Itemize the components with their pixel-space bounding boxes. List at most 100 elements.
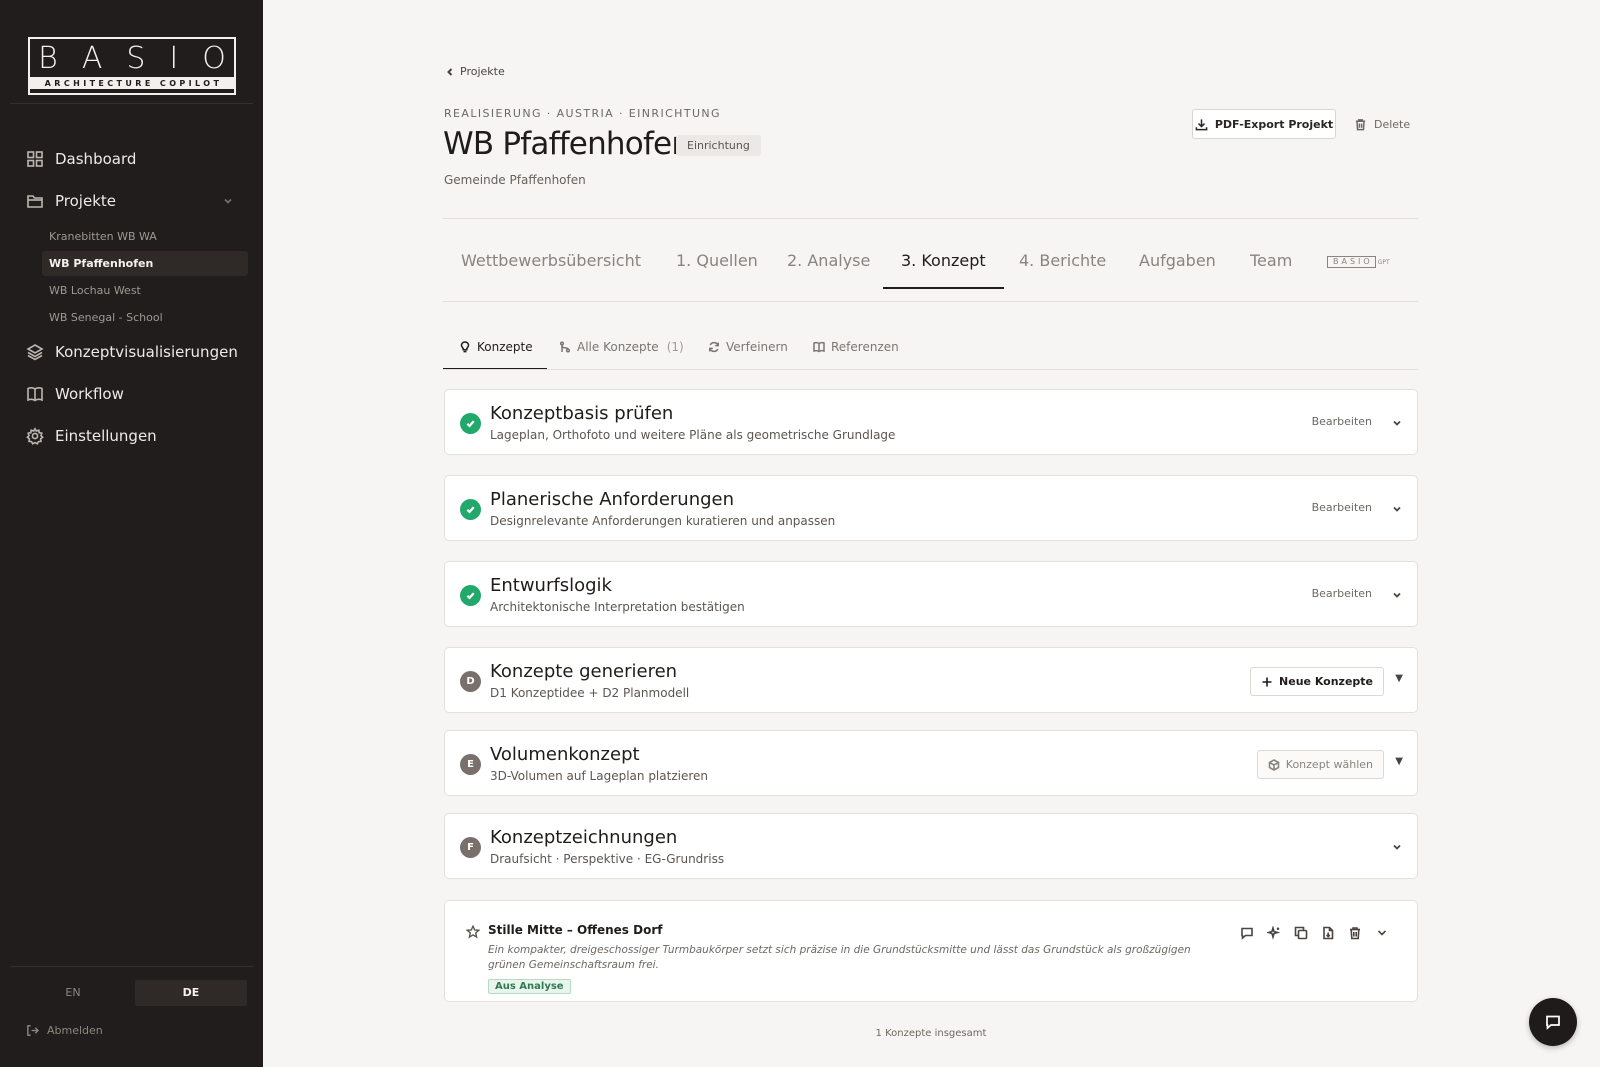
chevron-down-icon[interactable] bbox=[1392, 418, 1402, 428]
tab-aufgaben[interactable]: Aufgaben bbox=[1139, 248, 1216, 289]
merge-icon bbox=[559, 341, 571, 353]
tab-basio-gpt[interactable]: BASIO GPT bbox=[1327, 256, 1390, 268]
subtab-alle-konzepte[interactable]: Alle Konzepte (1) bbox=[559, 330, 684, 370]
sidebar: BASIO ARCHITECTURE COPILOT Dashboard Pro… bbox=[0, 0, 263, 1067]
subtab-verfeinern[interactable]: Verfeinern bbox=[708, 330, 788, 370]
step-title: Konzepte generieren bbox=[490, 661, 678, 682]
step-desc: Architektonische Interpretation bestätig… bbox=[490, 600, 745, 614]
book-open-icon bbox=[813, 341, 825, 353]
copy-icon[interactable] bbox=[1294, 926, 1308, 940]
new-concepts-label: Neue Konzepte bbox=[1279, 675, 1373, 688]
subtab-label: Verfeinern bbox=[726, 340, 788, 354]
step-title: Entwurfslogik bbox=[490, 575, 612, 596]
sidebar-project-kranebitten[interactable]: Kranebitten WB WA bbox=[42, 224, 248, 249]
concept-card[interactable]: Stille Mitte – Offenes Dorf Ein kompakte… bbox=[444, 900, 1418, 1002]
step-letter-badge: D bbox=[460, 671, 481, 692]
edit-button[interactable]: Bearbeiten bbox=[1312, 501, 1372, 514]
tab-berichte[interactable]: 4. Berichte bbox=[1019, 248, 1106, 289]
step-card-konzeptbasis[interactable]: Konzeptbasis prüfen Lageplan, Orthofoto … bbox=[444, 389, 1418, 455]
subtab-label: Alle Konzepte bbox=[577, 340, 659, 354]
tab-team[interactable]: Team bbox=[1250, 248, 1292, 289]
sparkles-icon[interactable] bbox=[1267, 926, 1281, 940]
chevron-down-icon[interactable] bbox=[1392, 590, 1402, 600]
comment-icon[interactable] bbox=[1240, 926, 1254, 940]
concept-description: Ein kompakter, dreigeschossiger Turmbauk… bbox=[488, 944, 1191, 971]
edit-button[interactable]: Bearbeiten bbox=[1312, 587, 1372, 600]
logout-label: Abmelden bbox=[47, 1024, 103, 1037]
step-card-konzeptzeichnungen[interactable]: F Konzeptzeichnungen Draufsicht · Perspe… bbox=[444, 813, 1418, 879]
new-concepts-button[interactable]: Neue Konzepte bbox=[1250, 667, 1384, 696]
step-title: Planerische Anforderungen bbox=[490, 489, 735, 510]
edit-button[interactable]: Bearbeiten bbox=[1312, 415, 1372, 428]
lang-de-button[interactable]: DE bbox=[135, 980, 247, 1006]
step-card-entwurfslogik[interactable]: Entwurfslogik Architektonische Interpret… bbox=[444, 561, 1418, 627]
sidebar-project-lochau[interactable]: WB Lochau West bbox=[42, 278, 248, 303]
step-desc: Draufsicht · Perspektive · EG-Grundriss bbox=[490, 852, 725, 866]
concept-source-tag: Aus Analyse bbox=[488, 979, 571, 994]
trash-icon bbox=[1355, 118, 1366, 130]
concept-actions bbox=[1240, 926, 1389, 940]
step-letter-badge: F bbox=[460, 837, 481, 858]
caret-down-icon[interactable]: ▼ bbox=[1395, 673, 1403, 684]
step-card-konzepte-generieren[interactable]: D Konzepte generieren D1 Konzeptidee + D… bbox=[444, 647, 1418, 713]
folder-icon bbox=[27, 195, 43, 208]
star-icon[interactable] bbox=[466, 925, 480, 939]
file-export-icon[interactable] bbox=[1321, 926, 1335, 940]
sidebar-item-einstellungen[interactable]: Einstellungen bbox=[26, 427, 244, 445]
sidebar-item-label: Konzeptvisualisierungen bbox=[55, 343, 238, 361]
sidebar-project-senegal[interactable]: WB Senegal - School bbox=[42, 305, 248, 330]
header-divider bbox=[443, 218, 1418, 219]
tab-analyse[interactable]: 2. Analyse bbox=[787, 248, 870, 289]
trash-icon[interactable] bbox=[1348, 926, 1362, 940]
caret-down-icon[interactable]: ▼ bbox=[1395, 756, 1403, 767]
pdf-export-button[interactable]: PDF-Export Projekt bbox=[1192, 109, 1336, 139]
delete-button[interactable]: Delete bbox=[1354, 109, 1410, 139]
subtabs-divider bbox=[443, 369, 1418, 370]
chevron-down-icon[interactable] bbox=[1375, 926, 1389, 940]
tab-wettbewerbsuebersicht[interactable]: Wettbewerbsübersicht bbox=[461, 248, 641, 289]
step-desc: Designrelevante Anforderungen kuratieren… bbox=[490, 514, 836, 528]
layers-icon bbox=[26, 344, 44, 361]
cube-icon bbox=[1268, 758, 1280, 771]
page-title: WB Pfaffenhofen bbox=[443, 126, 691, 162]
back-link[interactable]: Projekte bbox=[446, 65, 505, 78]
choose-concept-label: Konzept wählen bbox=[1285, 758, 1373, 771]
sidebar-item-label: Workflow bbox=[55, 385, 124, 403]
concept-title: Stille Mitte – Offenes Dorf bbox=[488, 923, 663, 937]
lang-en-button[interactable]: EN bbox=[17, 980, 129, 1006]
logout-button[interactable]: Abmelden bbox=[26, 1024, 103, 1037]
sidebar-item-dashboard[interactable]: Dashboard bbox=[26, 150, 244, 168]
sidebar-item-projekte[interactable]: Projekte bbox=[26, 192, 244, 210]
subtab-referenzen[interactable]: Referenzen bbox=[813, 330, 899, 370]
chevron-left-icon bbox=[447, 67, 453, 76]
sidebar-project-pfaffenhofen[interactable]: WB Pfaffenhofen bbox=[42, 251, 248, 276]
subtab-label: Referenzen bbox=[831, 340, 899, 354]
concepts-total: 1 Konzepte insgesamt bbox=[875, 1028, 987, 1039]
step-card-planerische-anforderungen[interactable]: Planerische Anforderungen Designrelevant… bbox=[444, 475, 1418, 541]
choose-concept-button[interactable]: Konzept wählen bbox=[1256, 750, 1384, 779]
sub-tabs: Konzepte Alle Konzepte (1) Verfeinern Re… bbox=[443, 330, 1418, 370]
back-label: Projekte bbox=[460, 65, 505, 78]
sidebar-item-konzeptvisualisierungen[interactable]: Konzeptvisualisierungen bbox=[26, 343, 244, 361]
logo-sub-text: ARCHITECTURE COPILOT bbox=[30, 76, 234, 89]
chat-button[interactable] bbox=[1529, 998, 1577, 1046]
step-desc: D1 Konzeptidee + D2 Planmodell bbox=[490, 686, 690, 700]
sidebar-item-workflow[interactable]: Workflow bbox=[26, 385, 244, 403]
subtab-konzepte[interactable]: Konzepte bbox=[443, 330, 547, 370]
check-circle-icon bbox=[460, 585, 481, 606]
step-desc: 3D-Volumen auf Lageplan platzieren bbox=[490, 769, 708, 783]
step-desc: Lageplan, Orthofoto und weitere Pläne al… bbox=[490, 428, 896, 442]
chevron-down-icon[interactable] bbox=[1392, 504, 1402, 514]
sidebar-item-label: Einstellungen bbox=[55, 427, 157, 445]
gpt-logo: BASIO bbox=[1327, 256, 1376, 268]
chevron-down-icon[interactable] bbox=[1392, 842, 1402, 852]
pdf-export-label: PDF-Export Projekt bbox=[1214, 117, 1334, 131]
tab-quellen[interactable]: 1. Quellen bbox=[676, 248, 758, 289]
chevron-down-icon[interactable] bbox=[223, 196, 233, 206]
chat-icon bbox=[1546, 1015, 1560, 1030]
step-title: Volumenkonzept bbox=[490, 744, 640, 765]
tab-konzept[interactable]: 3. Konzept bbox=[883, 248, 1004, 289]
brand-logo[interactable]: BASIO ARCHITECTURE COPILOT bbox=[28, 37, 236, 95]
step-card-volumenkonzept[interactable]: E Volumenkonzept 3D-Volumen auf Lageplan… bbox=[444, 730, 1418, 796]
step-letter-badge: E bbox=[460, 754, 481, 775]
